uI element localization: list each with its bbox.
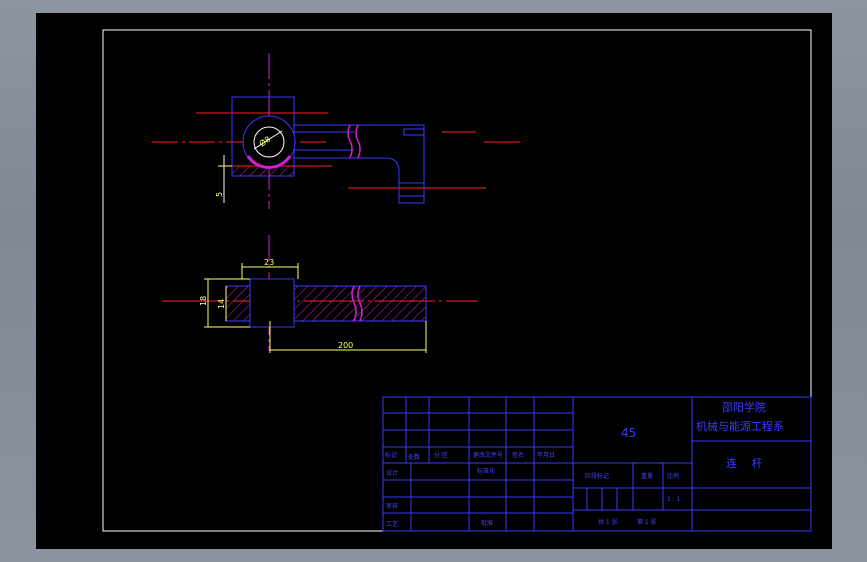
sheets-total: 共 1 张 bbox=[598, 518, 618, 526]
end-detail bbox=[403, 128, 425, 136]
label-mark: 标记 bbox=[385, 451, 397, 459]
part-name: 连 杆 bbox=[726, 456, 763, 470]
label-change-doc: 更改文件号 bbox=[473, 451, 503, 459]
drawing-sheet: Ø8 5 23 18 14 200 45 邵阳学院 机械与能源工程系 连 杆 标… bbox=[36, 13, 832, 549]
top-view: Ø8 5 bbox=[152, 53, 520, 209]
label-standardize: 标准化 bbox=[477, 467, 495, 475]
drawing-frame bbox=[102, 29, 812, 532]
cad-drawing: Ø8 5 23 18 14 200 45 邵阳学院 机械与能源工程系 连 杆 标… bbox=[102, 29, 812, 532]
label-zone: 分 区 bbox=[434, 451, 448, 459]
label-approve: 批准 bbox=[481, 519, 493, 527]
label-weight: 重量 bbox=[641, 472, 653, 480]
label-process: 工艺 bbox=[386, 520, 398, 528]
break-line bbox=[355, 124, 361, 159]
dim-height-outer: 18 bbox=[199, 296, 208, 306]
school-name: 邵阳学院 bbox=[722, 400, 766, 414]
label-scale: 比例 bbox=[667, 472, 679, 480]
shank-outline bbox=[294, 124, 425, 204]
dim-height-inner: 14 bbox=[217, 299, 226, 309]
label-sign: 签名 bbox=[512, 451, 524, 459]
dim-width: 23 bbox=[264, 258, 274, 267]
front-view: 23 18 14 200 bbox=[162, 235, 478, 353]
label-stage-mark: 阶段标记 bbox=[585, 472, 609, 480]
break-line bbox=[347, 124, 353, 159]
scale-value: 1 : 1 bbox=[667, 496, 681, 503]
department-name: 机械与能源工程系 bbox=[696, 419, 784, 433]
label-design: 设计 bbox=[386, 469, 398, 477]
label-count: 处数 bbox=[408, 453, 420, 461]
label-date: 年月日 bbox=[537, 451, 555, 459]
dim-offset: 5 bbox=[215, 192, 224, 197]
label-review: 审核 bbox=[386, 502, 398, 510]
dim-length: 200 bbox=[338, 341, 353, 350]
sheet-number: 第 1 张 bbox=[637, 518, 657, 526]
material-label: 45 bbox=[621, 426, 636, 440]
eye-section bbox=[249, 278, 295, 328]
